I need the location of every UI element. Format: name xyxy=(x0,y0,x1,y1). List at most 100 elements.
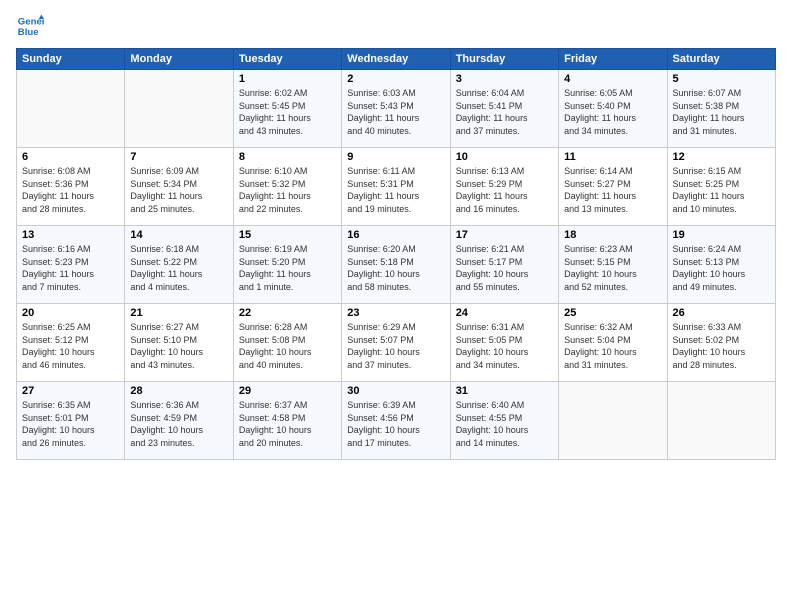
day-number: 22 xyxy=(239,307,336,319)
logo-icon: General Blue xyxy=(16,12,44,40)
day-info: Sunrise: 6:37 AM Sunset: 4:58 PM Dayligh… xyxy=(239,399,336,449)
day-info: Sunrise: 6:05 AM Sunset: 5:40 PM Dayligh… xyxy=(564,87,661,137)
day-number: 15 xyxy=(239,229,336,241)
day-number: 21 xyxy=(130,307,227,319)
calendar-cell: 7 Sunrise: 6:09 AM Sunset: 5:34 PM Daylig… xyxy=(125,148,233,226)
day-info: Sunrise: 6:33 AM Sunset: 5:02 PM Dayligh… xyxy=(673,321,770,371)
day-number: 11 xyxy=(564,151,661,163)
day-info: Sunrise: 6:23 AM Sunset: 5:15 PM Dayligh… xyxy=(564,243,661,293)
calendar-cell: 29 Sunrise: 6:37 AM Sunset: 4:58 PM Dayli… xyxy=(233,382,341,460)
day-info: Sunrise: 6:40 AM Sunset: 4:55 PM Dayligh… xyxy=(456,399,553,449)
day-info: Sunrise: 6:18 AM Sunset: 5:22 PM Dayligh… xyxy=(130,243,227,293)
calendar-cell: 10 Sunrise: 6:13 AM Sunset: 5:29 PM Dayli… xyxy=(450,148,558,226)
calendar-week-row: 1 Sunrise: 6:02 AM Sunset: 5:45 PM Daylig… xyxy=(17,70,776,148)
day-number: 12 xyxy=(673,151,770,163)
calendar-cell: 3 Sunrise: 6:04 AM Sunset: 5:41 PM Daylig… xyxy=(450,70,558,148)
calendar-cell: 9 Sunrise: 6:11 AM Sunset: 5:31 PM Daylig… xyxy=(342,148,450,226)
day-info: Sunrise: 6:14 AM Sunset: 5:27 PM Dayligh… xyxy=(564,165,661,215)
calendar-table: SundayMondayTuesdayWednesdayThursdayFrid… xyxy=(16,48,776,460)
calendar-cell: 22 Sunrise: 6:28 AM Sunset: 5:08 PM Dayli… xyxy=(233,304,341,382)
calendar-cell: 2 Sunrise: 6:03 AM Sunset: 5:43 PM Daylig… xyxy=(342,70,450,148)
day-info: Sunrise: 6:32 AM Sunset: 5:04 PM Dayligh… xyxy=(564,321,661,371)
calendar-cell: 24 Sunrise: 6:31 AM Sunset: 5:05 PM Dayli… xyxy=(450,304,558,382)
day-number: 2 xyxy=(347,73,444,85)
day-info: Sunrise: 6:39 AM Sunset: 4:56 PM Dayligh… xyxy=(347,399,444,449)
calendar-cell: 1 Sunrise: 6:02 AM Sunset: 5:45 PM Daylig… xyxy=(233,70,341,148)
day-number: 26 xyxy=(673,307,770,319)
calendar-cell: 4 Sunrise: 6:05 AM Sunset: 5:40 PM Daylig… xyxy=(559,70,667,148)
day-number: 29 xyxy=(239,385,336,397)
calendar-cell: 15 Sunrise: 6:19 AM Sunset: 5:20 PM Dayli… xyxy=(233,226,341,304)
day-number: 20 xyxy=(22,307,119,319)
calendar-cell: 11 Sunrise: 6:14 AM Sunset: 5:27 PM Dayli… xyxy=(559,148,667,226)
calendar-body: 1 Sunrise: 6:02 AM Sunset: 5:45 PM Daylig… xyxy=(17,70,776,460)
calendar-cell: 25Sunrise: 6:32 AM Sunset: 5:04 PM Dayli… xyxy=(559,304,667,382)
calendar-week-row: 20Sunrise: 6:25 AM Sunset: 5:12 PM Dayli… xyxy=(17,304,776,382)
day-number: 6 xyxy=(22,151,119,163)
day-number: 30 xyxy=(347,385,444,397)
day-info: Sunrise: 6:09 AM Sunset: 5:34 PM Dayligh… xyxy=(130,165,227,215)
header-day: Monday xyxy=(125,49,233,70)
header-day: Tuesday xyxy=(233,49,341,70)
calendar-cell: 21 Sunrise: 6:27 AM Sunset: 5:10 PM Dayli… xyxy=(125,304,233,382)
calendar-cell: 6 Sunrise: 6:08 AM Sunset: 5:36 PM Daylig… xyxy=(17,148,125,226)
header-day: Wednesday xyxy=(342,49,450,70)
calendar-cell: 19Sunrise: 6:24 AM Sunset: 5:13 PM Dayli… xyxy=(667,226,775,304)
day-number: 7 xyxy=(130,151,227,163)
calendar-cell: 5 Sunrise: 6:07 AM Sunset: 5:38 PM Daylig… xyxy=(667,70,775,148)
day-number: 5 xyxy=(673,73,770,85)
logo: General Blue xyxy=(16,12,48,40)
day-number: 16 xyxy=(347,229,444,241)
calendar-cell: 8 Sunrise: 6:10 AM Sunset: 5:32 PM Daylig… xyxy=(233,148,341,226)
day-info: Sunrise: 6:27 AM Sunset: 5:10 PM Dayligh… xyxy=(130,321,227,371)
day-info: Sunrise: 6:21 AM Sunset: 5:17 PM Dayligh… xyxy=(456,243,553,293)
day-number: 10 xyxy=(456,151,553,163)
day-number: 24 xyxy=(456,307,553,319)
header-day: Sunday xyxy=(17,49,125,70)
page-header: General Blue xyxy=(16,12,776,40)
day-info: Sunrise: 6:31 AM Sunset: 5:05 PM Dayligh… xyxy=(456,321,553,371)
day-info: Sunrise: 6:29 AM Sunset: 5:07 PM Dayligh… xyxy=(347,321,444,371)
day-info: Sunrise: 6:07 AM Sunset: 5:38 PM Dayligh… xyxy=(673,87,770,137)
day-number: 13 xyxy=(22,229,119,241)
calendar-cell: 23 Sunrise: 6:29 AM Sunset: 5:07 PM Dayli… xyxy=(342,304,450,382)
day-number: 9 xyxy=(347,151,444,163)
day-info: Sunrise: 6:11 AM Sunset: 5:31 PM Dayligh… xyxy=(347,165,444,215)
calendar-cell: 20Sunrise: 6:25 AM Sunset: 5:12 PM Dayli… xyxy=(17,304,125,382)
calendar-cell: 16 Sunrise: 6:20 AM Sunset: 5:18 PM Dayli… xyxy=(342,226,450,304)
calendar-cell xyxy=(667,382,775,460)
day-info: Sunrise: 6:35 AM Sunset: 5:01 PM Dayligh… xyxy=(22,399,119,449)
day-info: Sunrise: 6:02 AM Sunset: 5:45 PM Dayligh… xyxy=(239,87,336,137)
calendar-week-row: 6 Sunrise: 6:08 AM Sunset: 5:36 PM Daylig… xyxy=(17,148,776,226)
day-number: 27 xyxy=(22,385,119,397)
day-number: 3 xyxy=(456,73,553,85)
calendar-cell: 26 Sunrise: 6:33 AM Sunset: 5:02 PM Dayli… xyxy=(667,304,775,382)
calendar-cell: 30 Sunrise: 6:39 AM Sunset: 4:56 PM Dayli… xyxy=(342,382,450,460)
day-number: 4 xyxy=(564,73,661,85)
svg-text:Blue: Blue xyxy=(18,27,39,38)
calendar-week-row: 13Sunrise: 6:16 AM Sunset: 5:23 PM Dayli… xyxy=(17,226,776,304)
day-number: 28 xyxy=(130,385,227,397)
calendar-cell: 17 Sunrise: 6:21 AM Sunset: 5:17 PM Dayli… xyxy=(450,226,558,304)
day-number: 23 xyxy=(347,307,444,319)
day-number: 1 xyxy=(239,73,336,85)
calendar-week-row: 27 Sunrise: 6:35 AM Sunset: 5:01 PM Dayli… xyxy=(17,382,776,460)
day-info: Sunrise: 6:20 AM Sunset: 5:18 PM Dayligh… xyxy=(347,243,444,293)
day-info: Sunrise: 6:08 AM Sunset: 5:36 PM Dayligh… xyxy=(22,165,119,215)
calendar-cell xyxy=(559,382,667,460)
day-info: Sunrise: 6:13 AM Sunset: 5:29 PM Dayligh… xyxy=(456,165,553,215)
day-info: Sunrise: 6:19 AM Sunset: 5:20 PM Dayligh… xyxy=(239,243,336,293)
header-day: Friday xyxy=(559,49,667,70)
day-info: Sunrise: 6:28 AM Sunset: 5:08 PM Dayligh… xyxy=(239,321,336,371)
header-row: SundayMondayTuesdayWednesdayThursdayFrid… xyxy=(17,49,776,70)
calendar-cell: 28Sunrise: 6:36 AM Sunset: 4:59 PM Dayli… xyxy=(125,382,233,460)
day-number: 17 xyxy=(456,229,553,241)
calendar-cell: 27 Sunrise: 6:35 AM Sunset: 5:01 PM Dayli… xyxy=(17,382,125,460)
calendar-cell: 14Sunrise: 6:18 AM Sunset: 5:22 PM Dayli… xyxy=(125,226,233,304)
day-info: Sunrise: 6:15 AM Sunset: 5:25 PM Dayligh… xyxy=(673,165,770,215)
day-info: Sunrise: 6:10 AM Sunset: 5:32 PM Dayligh… xyxy=(239,165,336,215)
calendar-cell: 13Sunrise: 6:16 AM Sunset: 5:23 PM Dayli… xyxy=(17,226,125,304)
day-info: Sunrise: 6:04 AM Sunset: 5:41 PM Dayligh… xyxy=(456,87,553,137)
day-info: Sunrise: 6:03 AM Sunset: 5:43 PM Dayligh… xyxy=(347,87,444,137)
day-number: 8 xyxy=(239,151,336,163)
